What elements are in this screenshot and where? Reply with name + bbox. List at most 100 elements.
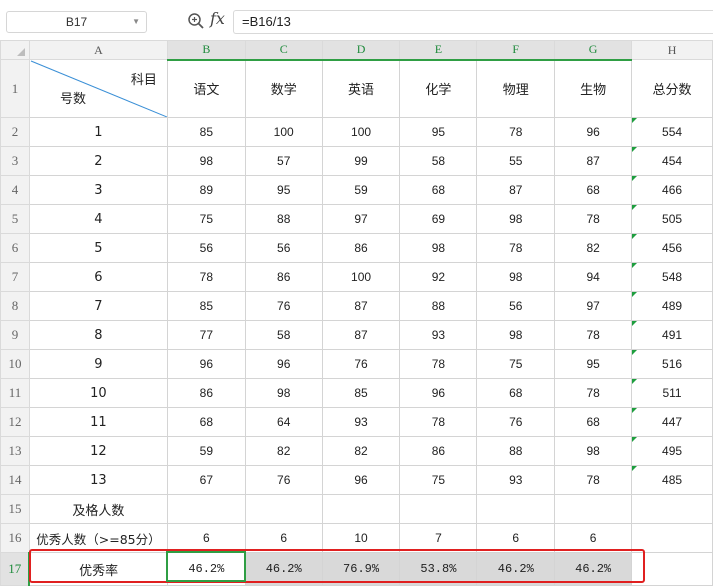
- data-cell[interactable]: 82: [321, 436, 401, 466]
- column-header-a[interactable]: A: [28, 40, 168, 60]
- data-cell[interactable]: 97: [321, 204, 401, 234]
- fx-icon[interactable]: fx: [210, 9, 225, 28]
- data-cell[interactable]: 87: [321, 291, 401, 321]
- column-header-h[interactable]: H: [631, 40, 713, 60]
- row-header-5[interactable]: 5: [0, 204, 30, 234]
- data-cell[interactable]: 56: [476, 291, 556, 321]
- data-cell[interactable]: 57: [244, 146, 323, 176]
- column-header-b[interactable]: B: [166, 40, 246, 61]
- row-header-11[interactable]: 11: [0, 378, 30, 408]
- data-cell[interactable]: 46.2%: [554, 552, 633, 586]
- data-cell[interactable]: 98: [166, 146, 246, 176]
- data-cell[interactable]: 55: [476, 146, 556, 176]
- data-cell[interactable]: 485: [631, 465, 713, 495]
- data-cell[interactable]: 98: [476, 320, 556, 350]
- data-cell[interactable]: 93: [399, 320, 478, 350]
- data-cell[interactable]: 95: [554, 349, 633, 379]
- row-header-12[interactable]: 12: [0, 407, 30, 437]
- data-cell[interactable]: 64: [244, 407, 323, 437]
- formula-input[interactable]: =B16/13: [233, 10, 713, 34]
- row-header-16[interactable]: 16: [0, 523, 30, 553]
- data-cell[interactable]: 68: [554, 407, 633, 437]
- data-cell[interactable]: [166, 494, 246, 524]
- row-header-7[interactable]: 7: [0, 262, 30, 292]
- data-cell[interactable]: 548: [631, 262, 713, 292]
- data-cell[interactable]: 96: [399, 378, 478, 408]
- label-cell[interactable]: 12: [28, 436, 168, 466]
- label-cell[interactable]: 9: [28, 349, 168, 379]
- label-cell[interactable]: 11: [28, 407, 168, 437]
- data-cell[interactable]: 96: [554, 117, 633, 147]
- data-cell[interactable]: 78: [399, 349, 478, 379]
- row-header-9[interactable]: 9: [0, 320, 30, 350]
- row-header-4[interactable]: 4: [0, 175, 30, 205]
- select-all-corner[interactable]: [0, 40, 30, 60]
- data-cell[interactable]: 98: [399, 233, 478, 263]
- data-cell[interactable]: 89: [166, 175, 246, 205]
- label-cell[interactable]: 7: [28, 291, 168, 321]
- label-cell[interactable]: 及格人数: [28, 494, 168, 524]
- data-cell[interactable]: 58: [244, 320, 323, 350]
- data-cell[interactable]: 82: [244, 436, 323, 466]
- data-cell[interactable]: 10: [321, 523, 401, 553]
- data-cell[interactable]: 94: [554, 262, 633, 292]
- subject-cell[interactable]: 语文: [166, 59, 246, 118]
- data-cell[interactable]: 56: [244, 233, 323, 263]
- data-cell[interactable]: 96: [166, 349, 246, 379]
- data-cell[interactable]: 92: [399, 262, 478, 292]
- data-cell[interactable]: 96: [244, 349, 323, 379]
- data-cell[interactable]: 76: [321, 349, 401, 379]
- data-cell[interactable]: [631, 494, 713, 524]
- data-cell[interactable]: 96: [321, 465, 401, 495]
- data-cell[interactable]: 99: [321, 146, 401, 176]
- data-cell[interactable]: 78: [554, 378, 633, 408]
- data-cell[interactable]: 98: [554, 436, 633, 466]
- data-cell[interactable]: 6: [244, 523, 323, 553]
- data-cell[interactable]: 98: [476, 204, 556, 234]
- data-cell[interactable]: 53.8%: [399, 552, 478, 586]
- data-cell[interactable]: [476, 494, 556, 524]
- data-cell[interactable]: 6: [554, 523, 633, 553]
- row-header-3[interactable]: 3: [0, 146, 30, 176]
- data-cell[interactable]: 86: [166, 378, 246, 408]
- data-cell[interactable]: 491: [631, 320, 713, 350]
- data-cell[interactable]: 489: [631, 291, 713, 321]
- label-cell[interactable]: 5: [28, 233, 168, 263]
- data-cell[interactable]: 76.9%: [321, 552, 401, 586]
- data-cell[interactable]: 554: [631, 117, 713, 147]
- label-cell[interactable]: 13: [28, 465, 168, 495]
- data-cell[interactable]: 78: [554, 465, 633, 495]
- label-cell[interactable]: 4: [28, 204, 168, 234]
- row-header-17[interactable]: 17: [0, 552, 31, 586]
- data-cell[interactable]: [399, 494, 478, 524]
- label-cell[interactable]: 6: [28, 262, 168, 292]
- data-cell[interactable]: 85: [166, 291, 246, 321]
- data-cell[interactable]: 86: [321, 233, 401, 263]
- data-cell[interactable]: 454: [631, 146, 713, 176]
- data-cell[interactable]: 85: [166, 117, 246, 147]
- data-cell[interactable]: 511: [631, 378, 713, 408]
- data-cell[interactable]: 46.2%: [166, 552, 246, 586]
- data-cell[interactable]: 98: [244, 378, 323, 408]
- label-cell[interactable]: 3: [28, 175, 168, 205]
- data-cell[interactable]: 86: [244, 262, 323, 292]
- data-cell[interactable]: 87: [476, 175, 556, 205]
- chevron-down-icon[interactable]: ▼: [132, 12, 140, 32]
- row-header-8[interactable]: 8: [0, 291, 30, 321]
- column-header-c[interactable]: C: [244, 40, 323, 61]
- row-header-1[interactable]: 1: [0, 59, 30, 118]
- data-cell[interactable]: 100: [244, 117, 323, 147]
- data-cell[interactable]: 100: [321, 117, 401, 147]
- data-cell[interactable]: 46.2%: [476, 552, 556, 586]
- data-cell[interactable]: 88: [476, 436, 556, 466]
- row-header-15[interactable]: 15: [0, 494, 30, 524]
- data-cell[interactable]: 97: [554, 291, 633, 321]
- data-cell[interactable]: 447: [631, 407, 713, 437]
- data-cell[interactable]: 78: [554, 204, 633, 234]
- data-cell[interactable]: 87: [321, 320, 401, 350]
- label-cell[interactable]: 优秀人数（>=85分）: [28, 523, 168, 553]
- data-cell[interactable]: [631, 552, 713, 586]
- label-cell[interactable]: 2: [28, 146, 168, 176]
- data-cell[interactable]: [321, 494, 401, 524]
- data-cell[interactable]: [631, 523, 713, 553]
